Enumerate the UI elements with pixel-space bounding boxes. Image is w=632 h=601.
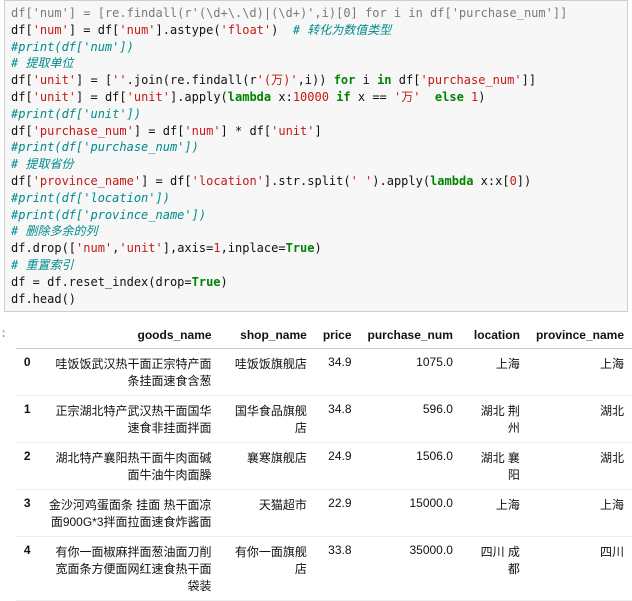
code-line-7: df['purchase_num'] = df['num'] * df['uni… bbox=[11, 123, 621, 140]
cell-goods-name: 正宗湖北特产武汉热干面国华速食非挂面拌面 bbox=[39, 396, 220, 443]
cell-goods-name: 哇饭饭武汉热干面正宗特产面条挂面速食含葱 bbox=[39, 349, 220, 396]
cell-price: 34.9 bbox=[315, 349, 360, 396]
code-line-1: df['num'] = df['num'].astype('float') # … bbox=[11, 22, 621, 39]
cell-goods-name: 湖北特产襄阳热干面牛肉面碱面牛油牛肉面臊 bbox=[39, 443, 220, 490]
cell-province: 上海 bbox=[528, 490, 632, 537]
cell-index: 4 bbox=[16, 537, 39, 601]
cell-province: 上海 bbox=[528, 349, 632, 396]
code-line-0: df['num'] = [re.findall(r'(\d+\.\d)|(\d+… bbox=[11, 5, 621, 22]
code-line-2: #print(df['num']) bbox=[11, 39, 621, 56]
col-price: price bbox=[315, 322, 360, 349]
code-line-9: # 提取省份 bbox=[11, 156, 621, 173]
table-row: 4有你一面椒麻拌面葱油面刀削宽面条方便面网红速食热干面袋装有你一面旗舰店33.8… bbox=[16, 537, 632, 601]
code-line-16: df = df.reset_index(drop=True) bbox=[11, 274, 621, 291]
col-location: location bbox=[461, 322, 528, 349]
cell-shop-name: 国华食品旗舰店 bbox=[220, 396, 315, 443]
cell-location: 湖北 荆州 bbox=[461, 396, 528, 443]
dataframe-table: goods_name shop_name price purchase_num … bbox=[16, 322, 632, 601]
cell-index: 2 bbox=[16, 443, 39, 490]
code-line-3: # 提取单位 bbox=[11, 55, 621, 72]
code-line-11: #print(df['location']) bbox=[11, 190, 621, 207]
code-line-15: # 重置索引 bbox=[11, 257, 621, 274]
code-cell[interactable]: df['num'] = [re.findall(r'(\d+\.\d)|(\d+… bbox=[4, 0, 628, 312]
code-line-6: #print(df['unit']) bbox=[11, 106, 621, 123]
cell-index: 1 bbox=[16, 396, 39, 443]
cell-purchase-num: 1506.0 bbox=[360, 443, 461, 490]
cell-price: 24.9 bbox=[315, 443, 360, 490]
code-line-13: # 删除多余的列 bbox=[11, 223, 621, 240]
cell-index: 0 bbox=[16, 349, 39, 396]
cell-purchase-num: 35000.0 bbox=[360, 537, 461, 601]
code-line-17: df.head() bbox=[11, 291, 621, 308]
code-line-4: df['unit'] = [''.join(re.findall(r'(万)',… bbox=[11, 72, 621, 89]
cell-price: 33.8 bbox=[315, 537, 360, 601]
cell-goods-name: 有你一面椒麻拌面葱油面刀削宽面条方便面网红速食热干面袋装 bbox=[39, 537, 220, 601]
table-row: 0哇饭饭武汉热干面正宗特产面条挂面速食含葱哇饭饭旗舰店34.91075.0上海上… bbox=[16, 349, 632, 396]
cell-purchase-num: 15000.0 bbox=[360, 490, 461, 537]
cell-shop-name: 襄寒旗舰店 bbox=[220, 443, 315, 490]
code-line-8: #print(df['purchase_num']) bbox=[11, 139, 621, 156]
col-province: province_name bbox=[528, 322, 632, 349]
cell-price: 22.9 bbox=[315, 490, 360, 537]
table-row: 2湖北特产襄阳热干面牛肉面碱面牛油牛肉面臊襄寒旗舰店24.91506.0湖北 襄… bbox=[16, 443, 632, 490]
cell-province: 四川 bbox=[528, 537, 632, 601]
cell-location: 上海 bbox=[461, 490, 528, 537]
code-line-14: df.drop(['num','unit'],axis=1,inplace=Tr… bbox=[11, 240, 621, 257]
cell-shop-name: 有你一面旗舰店 bbox=[220, 537, 315, 601]
cell-price: 34.8 bbox=[315, 396, 360, 443]
cell-location: 四川 成都 bbox=[461, 537, 528, 601]
cell-shop-name: 哇饭饭旗舰店 bbox=[220, 349, 315, 396]
code-line-12: #print(df['province_name']) bbox=[11, 207, 621, 224]
cell-shop-name: 天猫超市 bbox=[220, 490, 315, 537]
cell-location: 上海 bbox=[461, 349, 528, 396]
output-area: : goods_name shop_name price purchase_nu… bbox=[0, 322, 632, 601]
code-line-5: df['unit'] = df['unit'].apply(lambda x:1… bbox=[11, 89, 621, 106]
cell-index: 3 bbox=[16, 490, 39, 537]
output-gutter: : bbox=[0, 322, 8, 340]
cell-province: 湖北 bbox=[528, 396, 632, 443]
col-goods-name: goods_name bbox=[39, 322, 220, 349]
table-row: 3金沙河鸡蛋面条 挂面 热干面凉面900G*3拌面拉面速食炸酱面天猫超市22.9… bbox=[16, 490, 632, 537]
col-index bbox=[16, 322, 39, 349]
cell-location: 湖北 襄阳 bbox=[461, 443, 528, 490]
col-shop-name: shop_name bbox=[220, 322, 315, 349]
col-purchase-num: purchase_num bbox=[360, 322, 461, 349]
table-header-row: goods_name shop_name price purchase_num … bbox=[16, 322, 632, 349]
table-row: 1正宗湖北特产武汉热干面国华速食非挂面拌面国华食品旗舰店34.8596.0湖北 … bbox=[16, 396, 632, 443]
cell-goods-name: 金沙河鸡蛋面条 挂面 热干面凉面900G*3拌面拉面速食炸酱面 bbox=[39, 490, 220, 537]
cell-purchase-num: 1075.0 bbox=[360, 349, 461, 396]
code-line-10: df['province_name'] = df['location'].str… bbox=[11, 173, 621, 190]
cell-purchase-num: 596.0 bbox=[360, 396, 461, 443]
cell-province: 湖北 bbox=[528, 443, 632, 490]
